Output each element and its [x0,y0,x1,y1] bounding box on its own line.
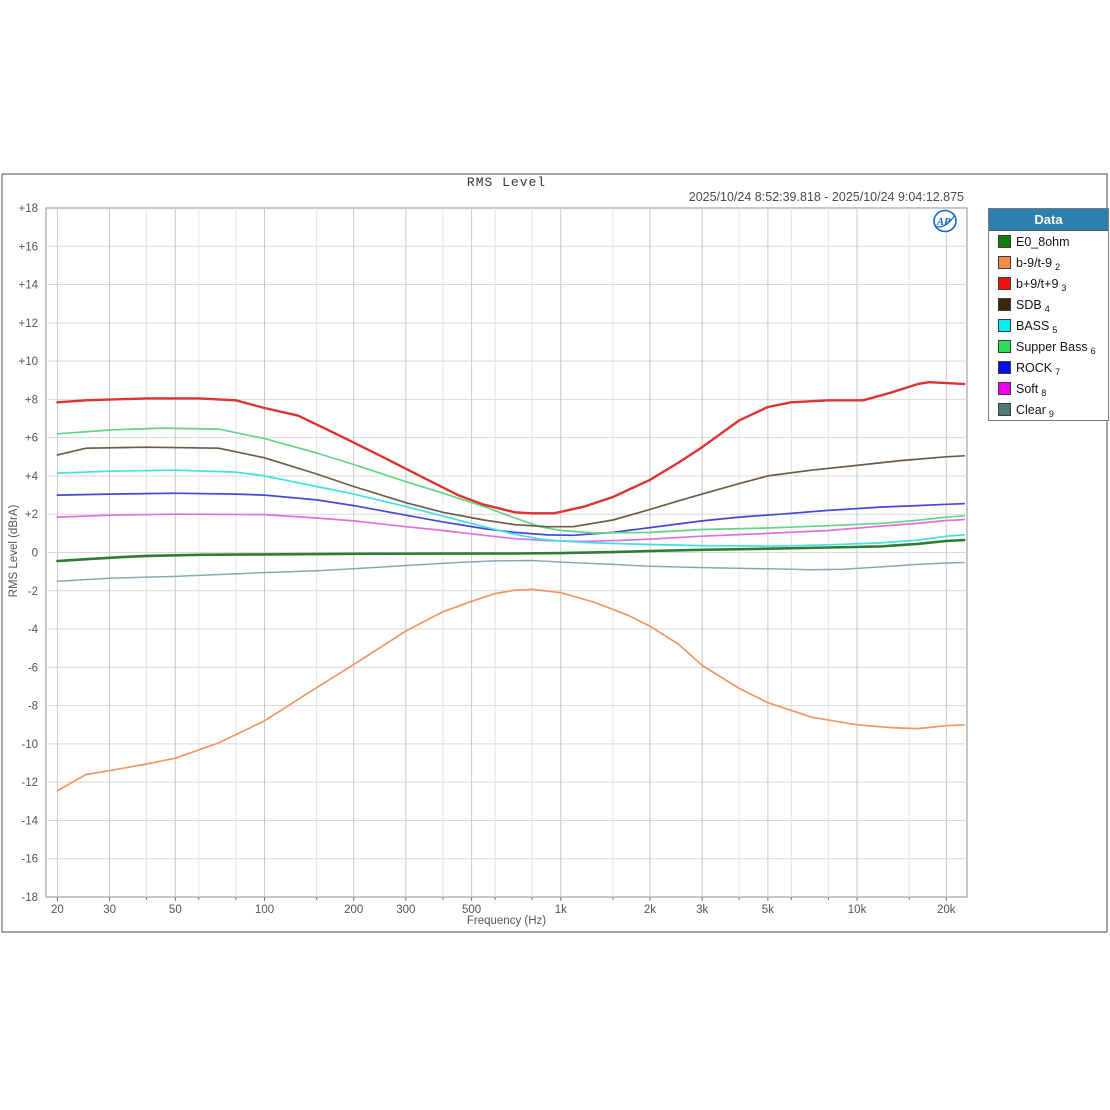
y-tick-label: +12 [18,318,38,330]
legend-label: SDB [1016,298,1042,312]
y-tick-label: -2 [28,586,38,598]
legend-swatch [998,319,1011,332]
y-tick-label: +6 [25,433,38,445]
measurement-timestamp: 2025/10/24 8:52:39.818 - 2025/10/24 9:04… [689,190,964,204]
legend-item-clear[interactable]: Clear9 [989,399,1108,420]
legend-swatch [998,277,1011,290]
legend-swatch [998,382,1011,395]
y-tick-label: 0 [32,548,38,560]
y-tick-label: -10 [21,739,38,751]
y-tick-label: -12 [21,777,38,789]
y-tick-label: -4 [28,624,39,636]
y-tick-label: +4 [25,471,39,483]
legend-swatch [998,403,1011,416]
legend-swatch [998,235,1011,248]
x-axis-label: Frequency (Hz) [46,915,967,927]
y-tick-label: -18 [21,892,38,904]
y-tick-label: +16 [18,241,38,253]
y-tick-label: +18 [18,203,38,215]
legend-item-supper-bass[interactable]: Supper Bass6 [989,336,1108,357]
legend-label: Soft [1016,382,1038,396]
legend-sub-index: 9 [1049,409,1054,419]
y-tick-label: +10 [18,356,38,368]
y-tick-label: -14 [21,815,38,827]
legend-swatch [998,361,1011,374]
legend-sub-index: 7 [1055,367,1060,377]
y-axis-label: RMS Level (dBrA) [8,451,20,651]
legend-label: Supper Bass [1016,340,1088,354]
legend-item-bass[interactable]: BASS5 [989,315,1108,336]
legend-swatch [998,340,1011,353]
legend-swatch [998,298,1011,311]
legend-label: ROCK [1016,361,1052,375]
legend-label: BASS [1016,319,1049,333]
legend-label: E0_8ohm [1016,235,1070,249]
legend-item-soft[interactable]: Soft8 [989,378,1108,399]
legend-item-rock[interactable]: ROCK7 [989,357,1108,378]
legend-item-b-9-t-9[interactable]: b+9/t+93 [989,273,1108,294]
legend-header: Data [989,209,1108,231]
legend-sub-index: 2 [1055,262,1060,272]
ap-measurement-window: +18 +16 +14 +12 +10 +8 +6 +4 +2 0 -2 -4 -6 -8 -10 -12 -1… [0,0,1110,1110]
legend-label: b+9/t+9 [1016,277,1058,291]
rms-level-chart: +18 +16 +14 +12 +10 +8 +6 +4 +2 0 -2 -4 -6 -8 -10 -12 -1… [0,0,1110,1110]
y-tick-label: +8 [25,394,38,406]
legend-panel: Data E0_8ohmb-9/t-92b+9/t+93SDB4BASS5Sup… [988,208,1109,421]
legend-items: E0_8ohmb-9/t-92b+9/t+93SDB4BASS5Supper B… [989,231,1108,420]
y-tick-label: -16 [21,854,38,866]
legend-item-sdb[interactable]: SDB4 [989,294,1108,315]
y-tick-label: -8 [28,701,38,713]
y-tick-label: +2 [25,509,38,521]
chart-title: RMS Level [46,175,967,190]
y-tick-label: +14 [18,280,38,292]
legend-label: Clear [1016,403,1046,417]
y-tick-label: -6 [28,662,38,674]
legend-label: b-9/t-9 [1016,256,1052,270]
legend-swatch [998,256,1011,269]
legend-sub-index: 3 [1061,283,1066,293]
legend-sub-index: 6 [1091,346,1096,356]
ap-logo-icon: AP [934,211,956,232]
legend-item-e0-8ohm[interactable]: E0_8ohm [989,231,1108,252]
legend-sub-index: 5 [1052,325,1057,335]
legend-item-b-9-t-9[interactable]: b-9/t-92 [989,252,1108,273]
legend-sub-index: 8 [1041,388,1046,398]
legend-sub-index: 4 [1045,304,1050,314]
